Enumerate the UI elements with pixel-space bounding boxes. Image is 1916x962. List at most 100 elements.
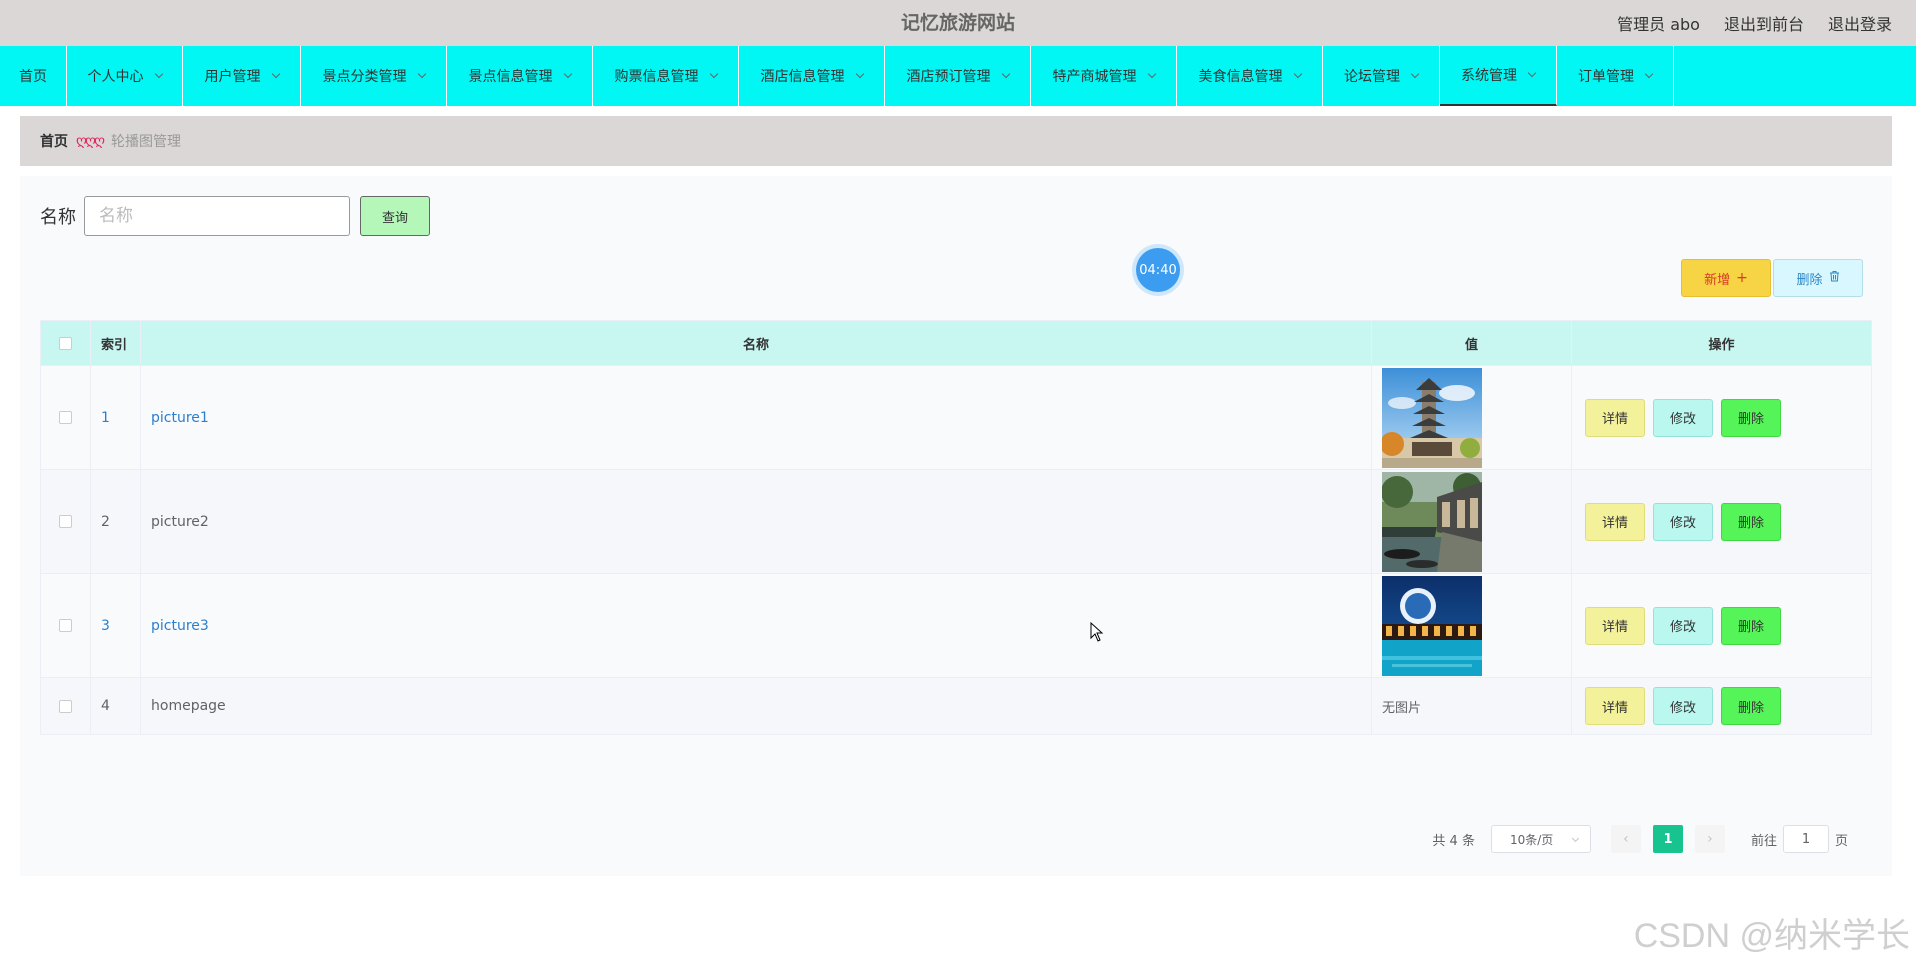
table-row: 3 picture3 详情 修改 删除 (41, 573, 1871, 677)
add-button[interactable]: 新增 + (1681, 259, 1771, 297)
nav-item-6[interactable]: 酒店信息管理 (739, 46, 885, 106)
nav-item-label: 订单管理 (1578, 69, 1634, 85)
table-header: 索引 名称 值 操作 (41, 321, 1871, 365)
nav-item-0[interactable]: 首页 (0, 46, 67, 106)
chevron-down-icon (1644, 69, 1654, 79)
edit-button[interactable]: 修改 (1653, 606, 1713, 645)
chevron-down-icon (855, 69, 864, 79)
row-checkbox[interactable] (59, 619, 72, 632)
row-select-cell (41, 678, 91, 734)
row-checkbox[interactable] (59, 411, 72, 424)
nav-item-label: 系统管理 (1461, 68, 1517, 84)
delete-button[interactable]: 删除 (1721, 502, 1781, 541)
edit-button[interactable]: 修改 (1653, 398, 1713, 437)
header-value: 值 (1372, 321, 1572, 365)
detail-button[interactable]: 详情 (1585, 606, 1645, 645)
edit-button[interactable]: 修改 (1653, 502, 1713, 541)
nav-item-label: 美食信息管理 (1198, 69, 1283, 85)
row-ops-cell: 详情 修改 删除 (1572, 574, 1871, 677)
nav-item-label: 个人中心 (87, 69, 144, 85)
table-row: 1 picture1 详情 修改 删除 (41, 365, 1871, 469)
logout-link[interactable]: 退出登录 (1828, 11, 1892, 35)
chevron-down-icon (1410, 69, 1420, 79)
nav-item-11[interactable]: 系统管理 (1440, 46, 1557, 106)
to-front-link[interactable]: 退出到前台 (1724, 11, 1804, 35)
detail-button[interactable]: 详情 (1585, 398, 1645, 437)
carousel-image[interactable] (1382, 575, 1482, 676)
chevron-down-icon (563, 69, 572, 79)
page-number-current[interactable]: 1 (1652, 825, 1683, 853)
trash-icon (1829, 270, 1840, 286)
row-index: 4 (91, 678, 141, 734)
nav-item-4[interactable]: 景点信息管理 (447, 46, 593, 106)
nav-item-5[interactable]: 购票信息管理 (593, 46, 739, 106)
page-size-select[interactable]: 10条/页 (1490, 825, 1591, 853)
row-name: picture3 (141, 574, 1372, 677)
nav-item-label: 酒店预订管理 (906, 69, 991, 85)
search-row: 名称 查询 (40, 196, 430, 236)
header-index: 索引 (91, 321, 141, 365)
data-table: 索引 名称 值 操作 1 picture1 详情 修改 删除 2 picture2 详情 修改删… (40, 320, 1872, 735)
nav-item-2[interactable]: 用户管理 (183, 46, 301, 106)
header-ops: 操作 (1708, 337, 1735, 353)
row-index: 2 (91, 470, 141, 573)
nav-item-label: 特产商城管理 (1052, 69, 1137, 85)
nav-item-9[interactable]: 美食信息管理 (1177, 46, 1323, 106)
row-ops-cell: 详情 修改 删除 (1572, 470, 1871, 573)
breadcrumb-home[interactable]: 首页 (40, 131, 68, 151)
plus-icon: + (1736, 270, 1748, 286)
table-body: 1 picture1 详情 修改 删除 2 picture2 详情 修改 删除 3 picture3 详… (41, 365, 1871, 734)
search-input[interactable] (84, 196, 350, 236)
chevron-down-icon (1147, 69, 1156, 79)
nav-item-8[interactable]: 特产商城管理 (1031, 46, 1177, 106)
batch-delete-button[interactable]: 删除 (1773, 259, 1863, 297)
nav-item-12[interactable]: 订单管理 (1557, 46, 1674, 106)
next-page-button[interactable]: › (1694, 825, 1725, 853)
row-checkbox[interactable] (59, 699, 72, 713)
select-all-checkbox[interactable] (59, 336, 72, 350)
goto-page: 前往 页 (1751, 825, 1848, 853)
table-row: 2 picture2 详情 修改 删除 (41, 469, 1871, 573)
carousel-image[interactable] (1382, 471, 1482, 572)
admin-label: 管理员 abo (1617, 15, 1700, 34)
goto-prefix: 前往 (1750, 833, 1777, 849)
nav-item-1[interactable]: 个人中心 (67, 46, 183, 106)
breadcrumb: 首页 ღღღ 轮播图管理 (20, 116, 1892, 166)
detail-button[interactable]: 详情 (1585, 502, 1645, 541)
prev-page-button[interactable]: ‹ (1610, 825, 1641, 853)
chevron-down-icon (1527, 68, 1537, 78)
nav-item-3[interactable]: 景点分类管理 (301, 46, 447, 106)
nav-item-label: 首页 (19, 69, 47, 85)
row-value-cell (1372, 366, 1572, 469)
detail-button[interactable]: 详情 (1585, 687, 1645, 725)
batch-delete-label: 删除 (1796, 272, 1823, 288)
carousel-image[interactable] (1382, 367, 1482, 468)
row-name: picture2 (141, 470, 1372, 573)
chevron-down-icon (417, 69, 426, 79)
nav-item-7[interactable]: 酒店预订管理 (885, 46, 1031, 106)
edit-button[interactable]: 修改 (1653, 687, 1713, 725)
mouse-cursor-icon (1090, 622, 1104, 642)
content-panel: 名称 查询 04:40 新增 + 删除 索引 名称 值 操作 1picture1… (20, 176, 1892, 876)
pager-total: 共 4 条 (1432, 833, 1475, 849)
add-button-label: 新增 (1704, 272, 1731, 288)
row-index: 1 (91, 366, 141, 469)
chevron-down-icon (1001, 69, 1010, 79)
main-nav: 首页 个人中心 用户管理 景点分类管理 景点信息管理 购票信息管理 酒店信息管理 酒店预订管理… (0, 46, 1916, 106)
search-button[interactable]: 查询 (360, 196, 430, 236)
goto-page-input[interactable] (1782, 825, 1829, 853)
breadcrumb-separator: ღღღ (76, 133, 105, 149)
row-select-cell (41, 574, 91, 677)
delete-button[interactable]: 删除 (1721, 398, 1781, 437)
search-label: 名称 (40, 207, 76, 228)
delete-button[interactable]: 删除 (1721, 687, 1781, 725)
row-name: homepage (141, 678, 1372, 734)
chevron-down-icon (1571, 834, 1580, 843)
nav-item-label: 景点分类管理 (322, 69, 407, 85)
header-select-cell (41, 321, 91, 365)
row-select-cell (41, 470, 91, 573)
row-checkbox[interactable] (59, 515, 72, 528)
delete-button[interactable]: 删除 (1721, 606, 1781, 645)
nav-item-10[interactable]: 论坛管理 (1323, 46, 1440, 106)
row-ops-cell: 详情 修改 删除 (1572, 366, 1871, 469)
